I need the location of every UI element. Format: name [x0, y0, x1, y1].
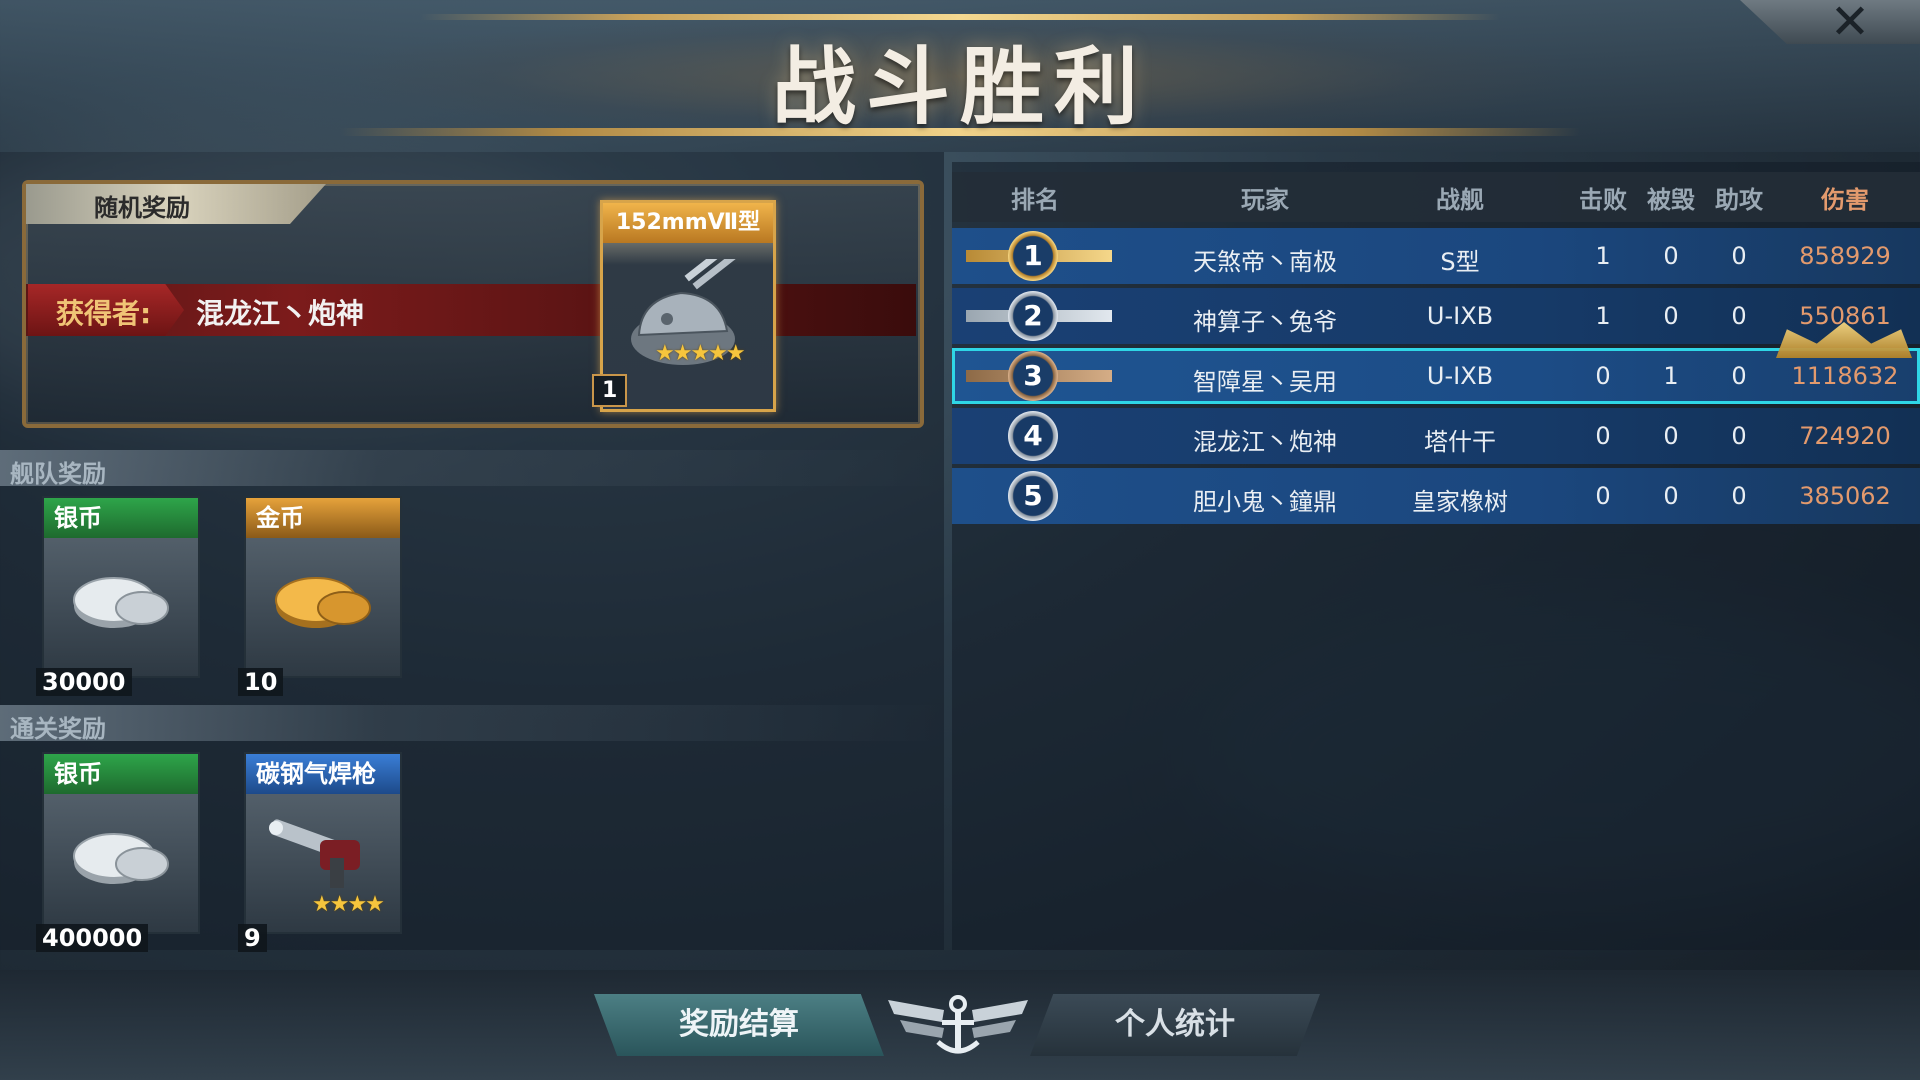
assists-value: 0	[1731, 302, 1747, 330]
fleet-reward-gold-quantity: 10	[238, 668, 284, 696]
clear-reward-silver-quantity: 400000	[36, 924, 149, 952]
header-deaths: 被毁	[1647, 186, 1695, 214]
reward-settlement-button[interactable]: 奖励结算	[594, 994, 884, 1056]
rank-badge-5: 5	[1008, 471, 1058, 521]
random-reward-item-stars: ★★★★★	[655, 341, 746, 366]
player-name: 智障星丶吴用	[1193, 368, 1337, 396]
header-ship: 战舰	[1436, 186, 1484, 214]
fleet-reward-silver-quantity: 30000	[36, 668, 132, 696]
random-reward-label: 随机奖励	[94, 194, 190, 222]
kills-value: 0	[1595, 422, 1611, 450]
assists-value: 0	[1731, 422, 1747, 450]
assists-value: 0	[1731, 242, 1747, 270]
anchor-wings-emblem-icon	[888, 995, 1028, 1054]
page-title: 战斗胜利	[771, 38, 1148, 136]
assists-value: 0	[1731, 482, 1747, 510]
fleet-reward-gold-card[interactable]: 金币 10	[238, 496, 402, 696]
clear-reward-torch-stars: ★★★★	[312, 892, 385, 917]
fleet-reward-section: 舰队奖励	[0, 450, 944, 488]
rank-badge-1: 1	[1008, 231, 1058, 281]
damage-value: 724920	[1799, 422, 1891, 450]
welding-torch-icon	[269, 819, 360, 888]
kills-value: 1	[1595, 302, 1611, 330]
deaths-value: 0	[1663, 242, 1679, 270]
random-reward-item-name: 152mmⅦ型	[603, 203, 773, 243]
clear-reward-label: 通关奖励	[10, 715, 106, 743]
silver-coins-icon	[73, 833, 169, 884]
damage-value: 858929	[1799, 242, 1891, 270]
personal-stats-button[interactable]: 个人统计	[1030, 994, 1320, 1056]
header-player: 玩家	[1241, 186, 1289, 214]
rank-badge-4: 4	[1008, 411, 1058, 461]
kills-value: 0	[1595, 482, 1611, 510]
deaths-value: 1	[1663, 362, 1679, 390]
clear-reward-section: 通关奖励	[0, 705, 944, 743]
fleet-reward-gold-name: 金币	[246, 498, 400, 538]
player-name: 天煞帝丶南极	[1193, 248, 1337, 276]
winner-name: 混龙江丶炮神	[196, 297, 365, 330]
assists-value: 0	[1731, 362, 1747, 390]
fleet-reward-label: 舰队奖励	[10, 460, 106, 488]
kills-value: 1	[1595, 242, 1611, 270]
player-name: 神算子丶兔爷	[1193, 308, 1337, 336]
header-assists: 助攻	[1715, 186, 1763, 214]
player-name: 混龙江丶炮神	[1193, 428, 1337, 456]
gold-coins-icon	[275, 577, 371, 628]
player-name: 胆小鬼丶鐘鼎	[1193, 488, 1337, 516]
header-damage: 伤害	[1821, 186, 1869, 214]
winner-label: 获得者:	[56, 297, 152, 330]
rank-badge-2: 2	[1008, 291, 1058, 341]
random-reward-item-quantity: 1	[592, 374, 628, 407]
header-rank: 排名	[1011, 186, 1059, 214]
ship-name: S型	[1440, 248, 1480, 276]
clear-reward-torch-quantity: 9	[238, 924, 267, 952]
clear-reward-torch-card[interactable]: 碳钢气焊枪 ★★★★ 9	[238, 752, 402, 952]
ship-name: 塔什干	[1424, 428, 1496, 456]
deaths-value: 0	[1663, 302, 1679, 330]
silver-coins-icon	[73, 577, 169, 628]
ship-name: U-IXB	[1426, 302, 1494, 330]
fleet-reward-silver-name: 银币	[44, 498, 198, 538]
clear-reward-silver-name: 银币	[44, 754, 198, 794]
rank-badge-3: 3	[1008, 351, 1058, 401]
deaths-value: 0	[1663, 482, 1679, 510]
close-icon[interactable]: ✕	[1820, 0, 1880, 46]
ship-name: 皇家橡树	[1412, 488, 1508, 516]
deaths-value: 0	[1663, 422, 1679, 450]
kills-value: 0	[1595, 362, 1611, 390]
fleet-reward-silver-card[interactable]: 银币 30000	[36, 496, 200, 696]
header-kills: 击败	[1579, 186, 1627, 214]
ship-name: U-IXB	[1426, 362, 1494, 390]
damage-value: 385062	[1799, 482, 1891, 510]
clear-reward-silver-card[interactable]: 银币 400000	[36, 752, 200, 952]
damage-value: 1118632	[1791, 362, 1899, 390]
clear-reward-torch-name: 碳钢气焊枪	[246, 754, 400, 794]
